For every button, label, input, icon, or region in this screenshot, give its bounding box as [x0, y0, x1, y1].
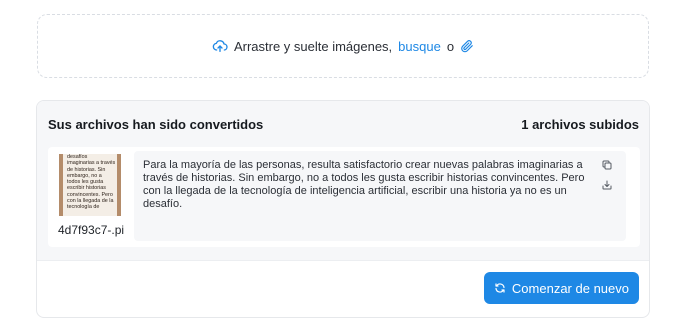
paperclip-icon[interactable]: [460, 39, 474, 53]
restart-button[interactable]: Comenzar de nuevo: [483, 272, 639, 304]
results-header: Sus archivos han sido convertidos 1 arch…: [37, 101, 649, 261]
thumbnail-text: tecnología de: [67, 204, 100, 211]
file-thumbnail: desafíos imaginarias a través de histori…: [59, 154, 121, 216]
extracted-text-box: Para la mayoría de las personas, resulta…: [134, 151, 626, 241]
file-name: 4d7f93c7-.pi: [58, 223, 125, 237]
cloud-upload-icon: [212, 40, 228, 52]
thumbnail-text: imaginarias a través: [67, 160, 116, 167]
copy-icon[interactable]: [601, 159, 613, 171]
download-icon[interactable]: [601, 179, 613, 191]
files-count: 1 archivos subidos: [521, 117, 639, 132]
upload-prompt: Arrastre y suelte imágenes,: [233, 38, 393, 54]
results-panel: Sus archivos han sido convertidos 1 arch…: [36, 100, 650, 318]
restart-label: Comenzar de nuevo: [511, 280, 629, 296]
upload-dropzone[interactable]: Arrastre y suelte imágenes, busque o: [37, 14, 649, 78]
or-text: o: [446, 38, 455, 54]
results-title: Sus archivos han sido convertidos: [48, 117, 264, 132]
extracted-text[interactable]: Para la mayoría de las personas, resulta…: [143, 159, 598, 211]
file-card: desafíos imaginarias a través de histori…: [48, 147, 640, 247]
browse-link[interactable]: busque: [398, 39, 441, 54]
refresh-icon: [495, 283, 505, 293]
